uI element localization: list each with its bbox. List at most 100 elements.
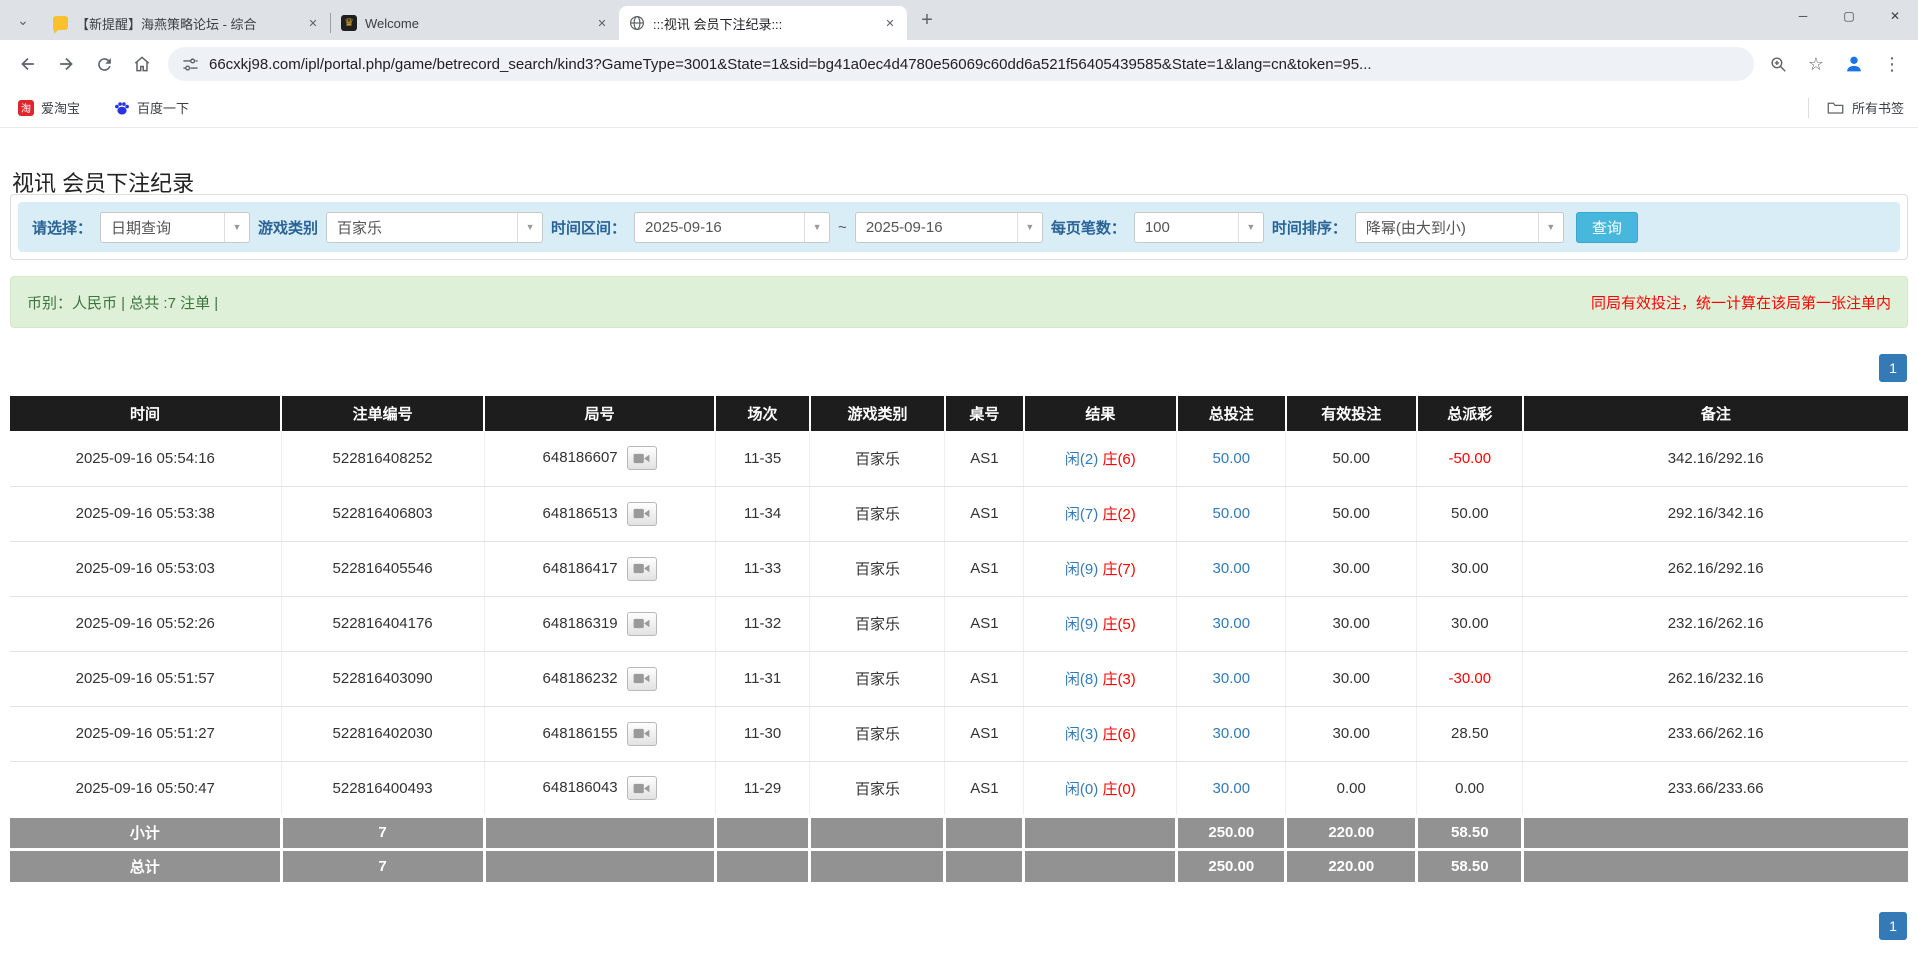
cell-bet-id: 522816404176	[281, 596, 484, 651]
new-tab-button[interactable]: +	[913, 6, 941, 34]
toolbar-right: ☆ ⋮	[1762, 48, 1908, 80]
tab-search-button[interactable]: ⌄	[8, 5, 38, 35]
col-game-type: 游戏类别	[810, 396, 945, 431]
profile-avatar[interactable]	[1838, 48, 1870, 80]
table-row: 2025-09-16 05:53:03 522816405546 6481864…	[10, 541, 1908, 596]
close-button[interactable]: ✕	[1872, 0, 1918, 32]
per-page-select[interactable]: 100 ▼	[1134, 212, 1264, 243]
round-id-value: 648186607	[543, 449, 618, 466]
result-player: 闲(9)	[1065, 561, 1098, 578]
cell-game-type: 百家乐	[810, 651, 945, 706]
sort-select[interactable]: 降幂(由大到小) ▼	[1355, 212, 1564, 243]
query-mode-select[interactable]: 日期查询 ▼	[100, 212, 250, 243]
cell-result: 闲(2) 庄(6)	[1024, 431, 1177, 486]
home-button[interactable]	[124, 46, 160, 82]
subtotal-label: 小计	[10, 816, 281, 849]
tab-close-icon[interactable]: ✕	[304, 14, 322, 32]
chevron-down-icon: ▼	[224, 213, 249, 242]
bookmark-star-icon[interactable]: ☆	[1800, 48, 1832, 80]
date-to-select[interactable]: 2025-09-16 ▼	[855, 212, 1043, 243]
cell-total-bet[interactable]: 50.00	[1177, 486, 1286, 541]
cell-time: 2025-09-16 05:53:03	[10, 541, 281, 596]
site-settings-icon[interactable]	[182, 56, 199, 73]
url-text[interactable]: 66cxkj98.com/ipl/portal.php/game/betreco…	[209, 56, 1372, 73]
tab-close-icon[interactable]: ✕	[881, 14, 899, 32]
replay-video-icon[interactable]	[627, 722, 657, 746]
cell-remark: 233.66/262.16	[1523, 706, 1908, 761]
col-session: 场次	[715, 396, 810, 431]
table-row: 2025-09-16 05:54:16 522816408252 6481866…	[10, 431, 1908, 486]
pagination-bottom: 1	[11, 912, 1907, 940]
table-row: 2025-09-16 05:51:27 522816402030 6481861…	[10, 706, 1908, 761]
replay-video-icon[interactable]	[627, 502, 657, 526]
tab-forum[interactable]: 【新提醒】海燕策略论坛 - 综合 ✕	[42, 6, 330, 40]
chevron-down-icon: ▼	[1017, 213, 1042, 242]
pagination-top: 1	[11, 354, 1907, 382]
search-button[interactable]: 查询	[1576, 212, 1638, 243]
bookmark-taobao[interactable]: 淘 爱淘宝	[14, 94, 84, 122]
chevron-down-icon: ▼	[1238, 213, 1263, 242]
cell-valid-bet: 0.00	[1286, 761, 1417, 816]
cell-total-bet[interactable]: 30.00	[1177, 761, 1286, 816]
cell-table-no: AS1	[945, 596, 1024, 651]
cell-total-bet[interactable]: 30.00	[1177, 706, 1286, 761]
col-time: 时间	[10, 396, 281, 431]
chevron-down-icon: ▼	[517, 213, 542, 242]
cell-total-bet[interactable]: 30.00	[1177, 596, 1286, 651]
cell-total-bet[interactable]: 30.00	[1177, 541, 1286, 596]
cell-valid-bet: 30.00	[1286, 651, 1417, 706]
per-page-label: 每页笔数：	[1051, 217, 1126, 238]
cell-total-bet[interactable]: 50.00	[1177, 431, 1286, 486]
tab-bet-records[interactable]: :::视讯 会员下注纪录::: ✕	[619, 6, 907, 40]
result-player: 闲(3)	[1065, 726, 1098, 743]
bookmarks-bar: 淘 爱淘宝 百度一下 所有书签	[0, 88, 1918, 128]
zoom-icon[interactable]	[1762, 48, 1794, 80]
currency-summary: 币别：人民币 | 总共 :7 注单 |	[27, 292, 218, 313]
valid-bet-notice: 同局有效投注，统一计算在该局第一张注单内	[1591, 292, 1891, 313]
cell-round-id: 648186319	[484, 596, 715, 651]
tab-close-icon[interactable]: ✕	[593, 14, 611, 32]
total-payout: 58.50	[1417, 849, 1523, 882]
chevron-down-icon: ▼	[804, 213, 829, 242]
bookmark-baidu[interactable]: 百度一下	[110, 94, 193, 122]
replay-video-icon[interactable]	[627, 612, 657, 636]
cell-valid-bet: 30.00	[1286, 541, 1417, 596]
cell-valid-bet: 30.00	[1286, 596, 1417, 651]
cell-bet-id: 522816405546	[281, 541, 484, 596]
page-1-button[interactable]: 1	[1879, 912, 1907, 940]
address-bar[interactable]: 66cxkj98.com/ipl/portal.php/game/betreco…	[168, 47, 1754, 81]
browser-menu-icon[interactable]: ⋮	[1876, 48, 1908, 80]
game-type-select[interactable]: 百家乐 ▼	[326, 212, 543, 243]
total-row: 总计 7 250.00 220.00 58.50	[10, 849, 1908, 882]
cell-session: 11-31	[715, 651, 810, 706]
taobao-icon: 淘	[18, 100, 34, 116]
page-1-button[interactable]: 1	[1879, 354, 1907, 382]
replay-video-icon[interactable]	[627, 776, 657, 800]
date-from-value: 2025-09-16	[635, 213, 804, 242]
round-id-value: 648186417	[543, 559, 618, 576]
all-bookmarks[interactable]: 所有书签	[1808, 98, 1904, 118]
col-round-id: 局号	[484, 396, 715, 431]
replay-video-icon[interactable]	[627, 667, 657, 691]
filter-bar: 请选择： 日期查询 ▼ 游戏类别 百家乐 ▼ 时间区间： 2025-09-16 …	[18, 202, 1900, 252]
cell-game-type: 百家乐	[810, 761, 945, 816]
table-body: 2025-09-16 05:54:16 522816408252 6481866…	[10, 431, 1908, 816]
cell-session: 11-34	[715, 486, 810, 541]
forward-button[interactable]	[48, 46, 84, 82]
back-button[interactable]	[10, 46, 46, 82]
col-payout: 总派彩	[1417, 396, 1523, 431]
replay-video-icon[interactable]	[627, 446, 657, 470]
cell-total-bet[interactable]: 30.00	[1177, 651, 1286, 706]
result-banker: 庄(3)	[1102, 671, 1135, 688]
replay-video-icon[interactable]	[627, 557, 657, 581]
cell-payout: 30.00	[1417, 541, 1523, 596]
date-from-select[interactable]: 2025-09-16 ▼	[634, 212, 830, 243]
cell-bet-id: 522816408252	[281, 431, 484, 486]
browser-toolbar: 66cxkj98.com/ipl/portal.php/game/betreco…	[0, 40, 1918, 88]
welcome-favicon-icon: ♛	[341, 15, 357, 31]
maximize-button[interactable]: ▢	[1826, 0, 1872, 32]
tab-welcome[interactable]: ♛ Welcome ✕	[331, 6, 619, 40]
reload-button[interactable]	[86, 46, 122, 82]
bookmark-label: 百度一下	[137, 98, 189, 117]
minimize-button[interactable]: ─	[1780, 0, 1826, 32]
